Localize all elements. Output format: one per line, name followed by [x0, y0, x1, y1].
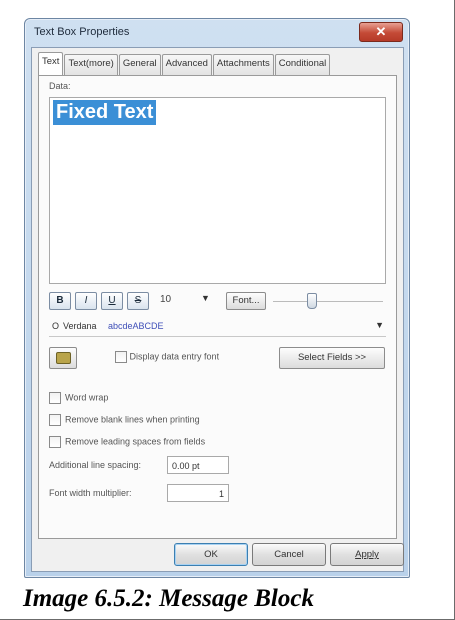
- apply-button[interactable]: Apply: [330, 543, 404, 566]
- remove-leading-spaces-checkbox[interactable]: Remove leading spaces from fields: [49, 436, 205, 448]
- strikethrough-button[interactable]: S: [127, 292, 149, 310]
- close-icon: ✕: [375, 24, 387, 39]
- display-data-entry-font-checkbox[interactable]: Display data entry font: [115, 351, 219, 363]
- underline-button[interactable]: U: [101, 292, 123, 310]
- cancel-button[interactable]: Cancel: [252, 543, 326, 566]
- dialog-footer: OK Cancel Apply: [32, 537, 404, 571]
- tab-advanced[interactable]: Advanced: [161, 54, 212, 75]
- tab-attachments[interactable]: Attachments: [212, 54, 274, 75]
- line-spacing-label: Additional line spacing:: [49, 460, 142, 470]
- data-entry-row: Display data entry font Select Fields >>: [49, 347, 389, 369]
- checkbox-box[interactable]: [49, 392, 61, 404]
- word-wrap-checkbox[interactable]: Word wrap: [49, 392, 108, 404]
- bold-button[interactable]: B: [49, 292, 71, 310]
- font-size-dropdown-icon[interactable]: ▼: [201, 293, 210, 303]
- font-sample: abcdeABCDE: [108, 321, 164, 331]
- tab-strip: Text Text(more) General Advanced Attachm…: [38, 52, 331, 75]
- ok-button[interactable]: OK: [174, 543, 248, 566]
- tab-conditional[interactable]: Conditional: [274, 54, 331, 75]
- window-title: Text Box Properties: [34, 26, 130, 38]
- checkbox-box[interactable]: [115, 351, 127, 363]
- font-width-label: Font width multiplier:: [49, 488, 132, 498]
- zoom-slider-thumb[interactable]: [306, 293, 317, 309]
- checkbox-label: Remove blank lines when printing: [65, 414, 200, 425]
- tab-text-more[interactable]: Text(more): [64, 54, 118, 75]
- tab-text[interactable]: Text: [38, 52, 64, 75]
- dialog-client: Text Text(more) General Advanced Attachm…: [31, 47, 404, 572]
- remove-blank-lines-checkbox[interactable]: Remove blank lines when printing: [49, 414, 200, 426]
- title-bar: Text Box Properties ✕: [25, 19, 409, 47]
- database-icon: [56, 352, 71, 364]
- close-button[interactable]: ✕: [359, 22, 403, 42]
- database-button[interactable]: [49, 347, 77, 369]
- font-preview-row[interactable]: O Verdana abcdeABCDE ▼: [49, 320, 386, 337]
- checkbox-label: Display data entry font: [129, 351, 220, 362]
- font-name: Verdana: [63, 321, 97, 331]
- font-width-input[interactable]: 1: [167, 484, 229, 502]
- data-label: Data:: [49, 81, 71, 91]
- tab-general[interactable]: General: [118, 54, 161, 75]
- image-caption: Image 6.5.2: Message Block: [23, 585, 314, 612]
- font-size-value[interactable]: 10: [160, 294, 171, 305]
- format-toolbar: B I U S 10 ▼ Font...: [49, 292, 389, 312]
- font-type-icon: O: [52, 321, 60, 331]
- font-button[interactable]: Font...: [226, 292, 266, 310]
- zoom-slider-track[interactable]: [273, 301, 383, 302]
- checkbox-box[interactable]: [49, 414, 61, 426]
- line-spacing-input[interactable]: 0.00 pt: [167, 456, 229, 474]
- data-text-editor[interactable]: Fixed Text: [49, 97, 386, 284]
- checkbox-label: Remove leading spaces from fields: [65, 436, 206, 447]
- checkbox-label: Word wrap: [65, 392, 109, 403]
- checkbox-box[interactable]: [49, 436, 61, 448]
- text-box-properties-dialog: Text Box Properties ✕ Text Text(more) Ge…: [24, 18, 410, 578]
- select-fields-button[interactable]: Select Fields >>: [279, 347, 385, 369]
- selected-text: Fixed Text: [53, 100, 157, 125]
- text-tab-panel: Data: Fixed Text B I U S 10 ▼ Font... O …: [38, 75, 397, 539]
- font-dropdown-icon[interactable]: ▼: [375, 320, 384, 330]
- italic-button[interactable]: I: [75, 292, 97, 310]
